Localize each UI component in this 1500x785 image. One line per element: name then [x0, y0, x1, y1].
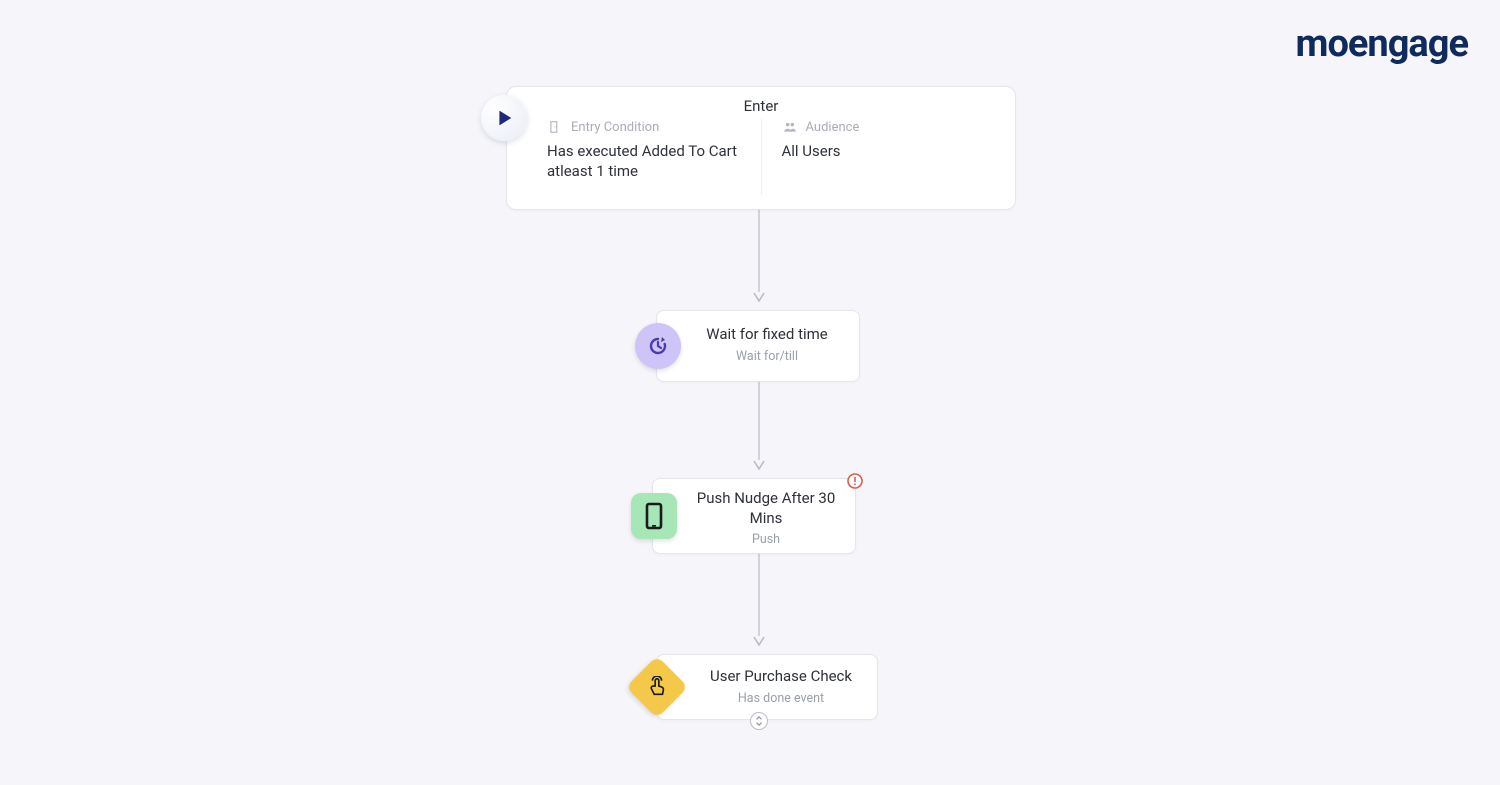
- flow-canvas[interactable]: moengage Enter Entry Condition Has exe: [0, 0, 1500, 785]
- audience-column: Audience All Users: [761, 119, 996, 195]
- check-title: User Purchase Check: [701, 667, 861, 687]
- connector-line: [758, 554, 760, 636]
- push-subtitle: Push: [693, 532, 839, 547]
- brand-logo-text: moengage: [1296, 22, 1468, 66]
- enter-node[interactable]: Enter Entry Condition Has executed Added…: [506, 86, 1016, 210]
- arrowhead-icon: [753, 636, 765, 646]
- clock-refresh-icon: [635, 323, 681, 369]
- entry-condition-value: Has executed Added To Cart atleast 1 tim…: [547, 141, 745, 182]
- arrowhead-icon: [753, 292, 765, 302]
- check-subtitle: Has done event: [701, 691, 861, 706]
- arrowhead-icon: [753, 460, 765, 470]
- alert-icon: [847, 473, 863, 489]
- audience-label: Audience: [806, 120, 860, 135]
- enter-title: Enter: [507, 87, 1015, 115]
- wait-subtitle: Wait for/till: [691, 349, 843, 364]
- check-node[interactable]: User Purchase Check Has done event: [656, 654, 878, 720]
- push-node[interactable]: Push Nudge After 30 Mins Push: [652, 478, 856, 554]
- branch-handle-icon[interactable]: [750, 712, 768, 730]
- mobile-icon: [631, 493, 677, 539]
- audience-value: All Users: [782, 141, 980, 161]
- entry-condition-column: Entry Condition Has executed Added To Ca…: [547, 119, 761, 195]
- push-title: Push Nudge After 30 Mins: [693, 489, 839, 528]
- door-icon: [547, 119, 563, 135]
- connector-line: [758, 382, 760, 460]
- connector-line: [758, 210, 760, 292]
- people-icon: [782, 119, 798, 135]
- tap-icon: [626, 656, 688, 718]
- wait-title: Wait for fixed time: [691, 325, 843, 345]
- brand-logo: moengage: [1296, 22, 1468, 66]
- play-icon: [481, 95, 527, 141]
- wait-node[interactable]: Wait for fixed time Wait for/till: [656, 310, 860, 382]
- entry-condition-label: Entry Condition: [571, 120, 659, 135]
